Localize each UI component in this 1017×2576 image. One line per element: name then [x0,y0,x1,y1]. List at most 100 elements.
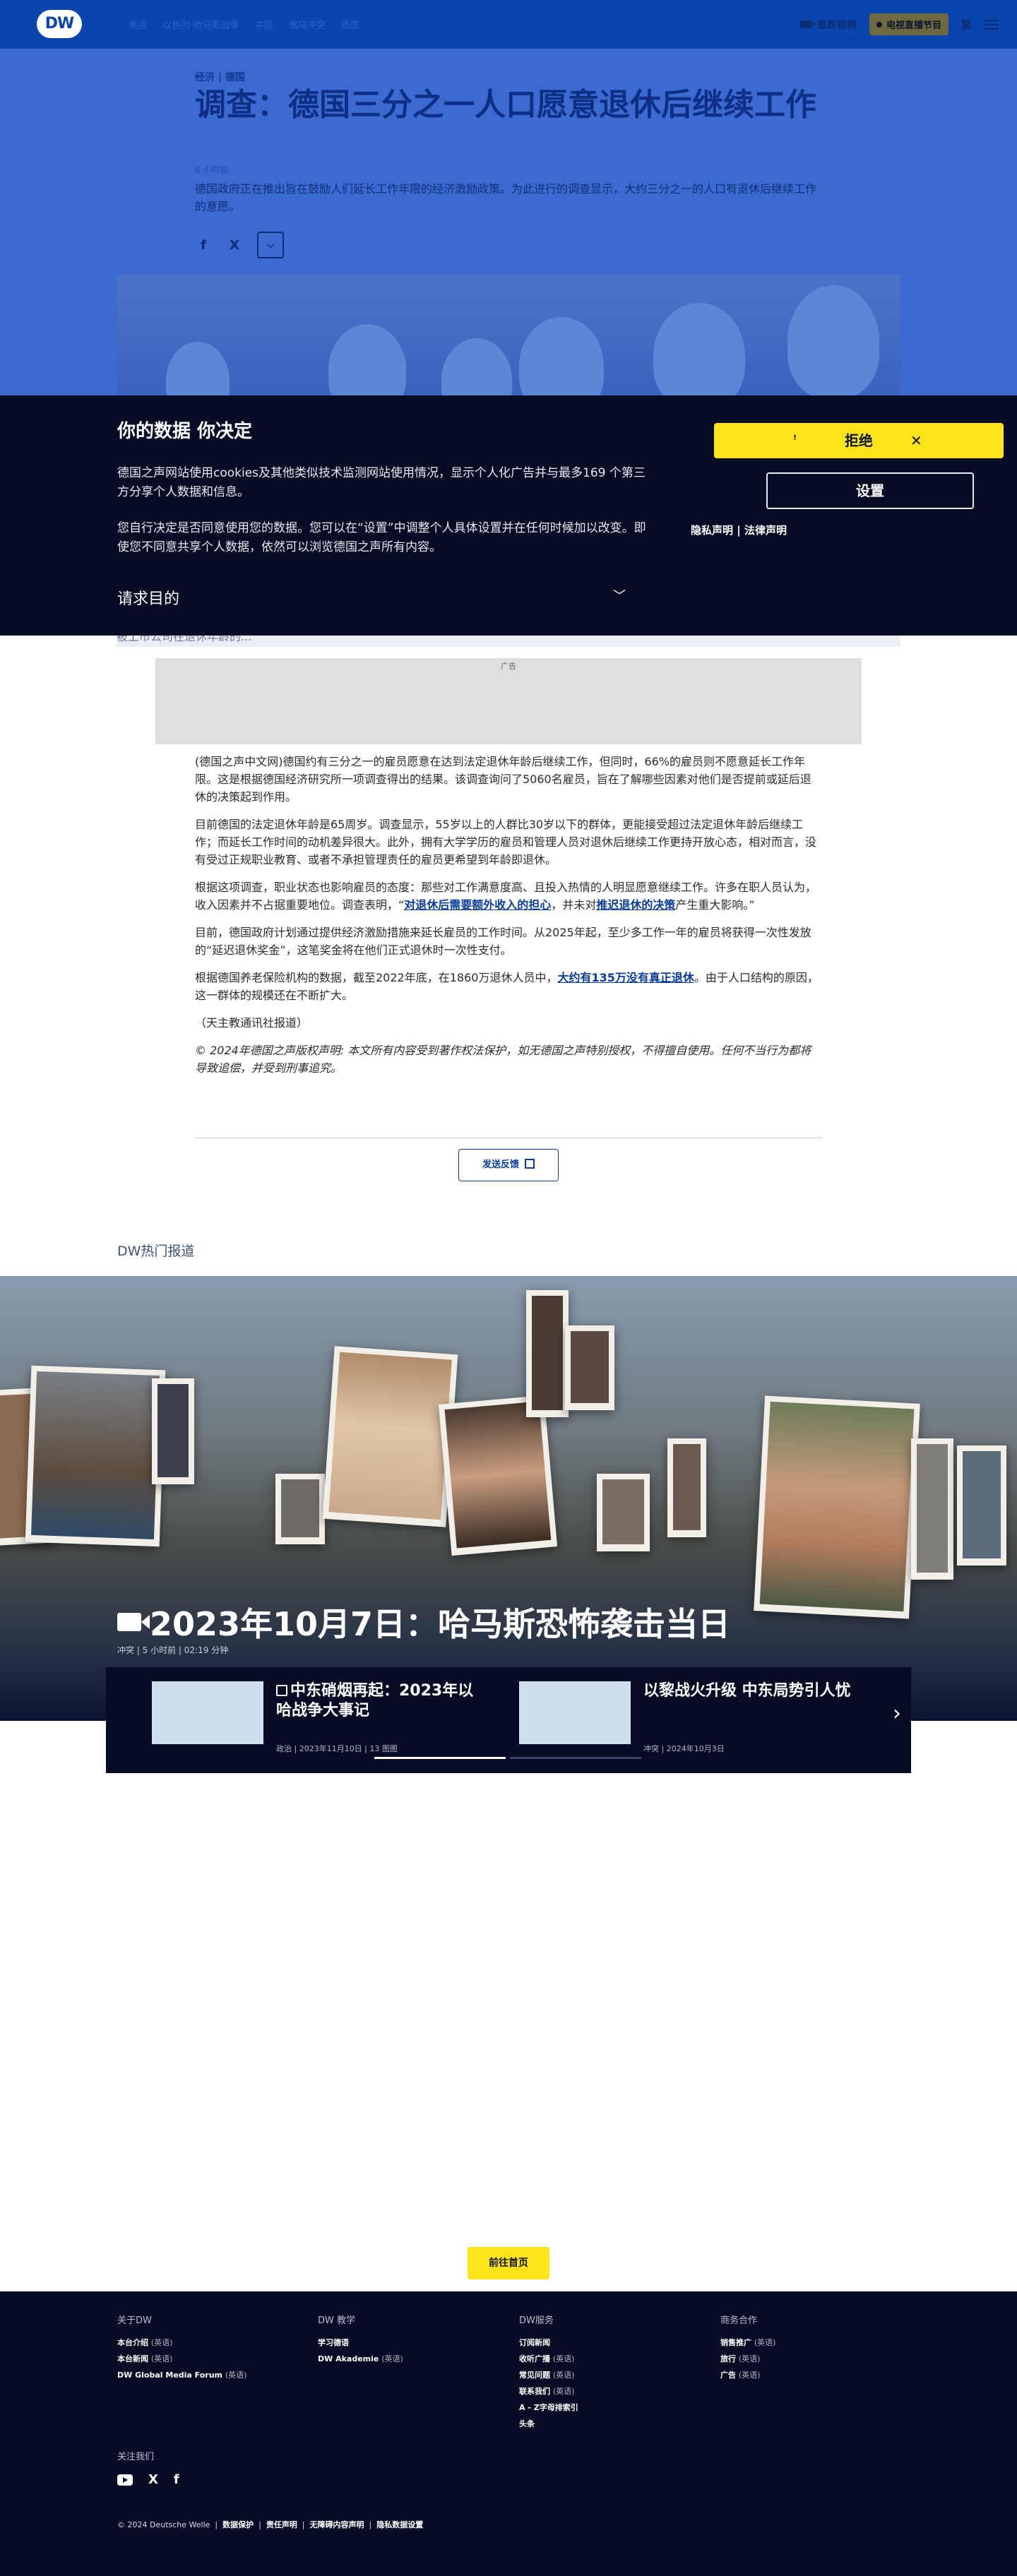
footer-link[interactable]: DW Global Media Forum (英语) [117,2367,308,2383]
paragraph: 根据德国养老保险机构的数据，截至2022年底，在1860万退休人员中，大约有13… [195,971,819,1002]
footer-link[interactable]: 收听广播 (英语) [519,2351,710,2367]
cookie-title: 你的数据 你决定 [117,421,253,442]
carousel-pagination [374,1757,641,1759]
x-icon[interactable]: X [226,238,243,253]
follow-us-label: 关注我们 [117,2452,155,2462]
cookie-purposes-toggle[interactable]: 请求目的 ﹀ [117,586,626,609]
footer-link[interactable]: 广告 (英语) [720,2367,911,2383]
footer-link[interactable]: 本台新闻 (英语) [117,2351,308,2367]
advertisement-slot: 广告 [155,658,862,744]
carousel-card[interactable]: 以黎战火升级 中东局势引人忧 冲突 | 2024年10月3日 [519,1681,865,1753]
dw-logo[interactable]: DW [37,10,82,38]
legal-notice-link[interactable]: 法律声明 [744,524,787,537]
share-bar: f X ⌵ [195,232,284,258]
x-icon[interactable]: X [148,2472,158,2487]
reject-label: 拒绝 [845,432,873,449]
go-home-button[interactable]: 前往首页 [468,2247,549,2279]
youtube-icon[interactable] [117,2474,133,2486]
main-nav: 焦点 以色列-哈马斯战争 中国 俄乌冲突 德国 [129,18,359,31]
feedback-label: 发送反馈 [482,1159,519,1170]
footer-link[interactable]: 常见问题 (英语) [519,2367,710,2383]
article-timestamp: 6 小时前 [195,165,229,175]
carousel-dot[interactable] [374,1757,506,1759]
memorial-photo [597,1474,650,1551]
memorial-photo [667,1438,706,1537]
top-navigation: DW 焦点 以色列-哈马斯战争 中国 俄乌冲突 德国 最新视频 电视直播节目 繁 [0,0,1017,49]
legal-link[interactable]: 隐私数据设置 [376,2520,423,2529]
inline-link[interactable]: 对退休后需要额外收入的担心 [404,898,551,912]
cookie-choice-text: 您自行决定是否同意使用您的数据。您可以在“设置”中调整个人具体设置并在任何时候加… [117,521,646,554]
send-feedback-button[interactable]: 发送反馈 [458,1149,559,1181]
facebook-icon[interactable]: f [174,2472,179,2487]
card-title: 中东硝烟再起：2023年以哈战争大事记 [276,1682,474,1719]
video-icon [117,1613,150,1631]
cookie-description: 德国之声网站使用cookies及其他类似技术监测网站使用情况，显示个人化广告并与… [117,466,646,499]
paragraph: 根据这项调查，职业状态也影响雇员的态度：那些对工作满意度高、且投入热情的人明显愿… [195,881,817,912]
facebook-icon[interactable]: f [195,238,212,253]
paragraph: 目前，德国政府计划通过提供经济激励措施来延长雇员的工作时间。从2025年起，至少… [195,926,811,957]
nav-right: 最新视频 电视直播节目 繁 [799,13,999,35]
article-teaser: 德国政府正在推出旨在鼓励人们延长工作年限的经济激励政策。为此进行的调查显示，大约… [195,182,817,213]
gallery-icon [276,1685,287,1696]
article-hero-image [117,275,900,395]
privacy-policy-link[interactable]: 隐私声明 [691,524,733,537]
card-title: 以黎战火升级 中东局势引人忧 [643,1682,851,1700]
legal-link[interactable]: 无障碍内容声明 [310,2520,364,2529]
paragraph: (德国之声中文网)德国约有三分之一的雇员愿意在达到法定退休年龄后继续工作，但同时… [195,755,811,804]
carousel-dot[interactable] [510,1757,641,1759]
chevron-down-icon: ﹀ [613,589,626,604]
nav-link-china[interactable]: 中国 [255,18,273,31]
nav-link-israel-hamas[interactable]: 以色列-哈马斯战争 [162,18,239,31]
hamburger-menu-icon[interactable] [985,19,999,30]
cookie-policy-links: 隐私声明 | 法律声明 [691,523,787,537]
nav-link-focus[interactable]: 焦点 [129,18,147,31]
footer-link[interactable]: 旅行 (英语) [720,2351,911,2367]
card-meta: 政治 | 2023年11月10日 | 13 图图 [276,1744,398,1753]
latest-videos-label: 最新视频 [816,19,857,31]
article-kicker[interactable]: 经济 | 德国 [195,70,245,84]
nav-link-ukraine[interactable]: 俄乌冲突 [289,18,326,31]
memorial-photo [275,1474,325,1544]
reject-button[interactable]: ꜝ 拒绝 ✕ [714,423,1004,458]
featured-story-title[interactable]: 2023年10月7日：哈马斯恐怖袭击当日 [117,1599,730,1645]
language-switch[interactable]: 繁 [961,17,972,32]
footer-col-services: DW服务 订阅新闻 收听广播 (英语) 常见问题 (英语) 联系我们 (英语) … [519,2313,710,2432]
footer-link[interactable]: 学习德语 [318,2334,509,2351]
footer-col-business: 商务合作 销售推广 (英语) 旅行 (英语) 广告 (英语) [720,2313,911,2383]
footer-link[interactable]: A - Z字母排索引 [519,2399,710,2416]
live-tv-button[interactable]: 电视直播节目 [869,13,948,35]
card-thumbnail [152,1681,263,1744]
carousel-next-icon[interactable]: › [893,1701,901,1726]
share-more-chevron-icon[interactable]: ⌵ [257,232,284,258]
article-title: 调查：德国三分之一人口愿意退休后继续工作 [195,87,816,123]
video-camera-icon [799,20,816,28]
purposes-label: 请求目的 [117,590,180,608]
memorial-photo [565,1325,614,1410]
latest-videos-link[interactable]: 最新视频 [799,18,857,32]
footer-col-title: DW 教学 [318,2315,355,2326]
footer-col-title: 关于DW [117,2315,152,2326]
close-icon: ✕ [910,432,922,449]
footer-link[interactable]: 订阅新闻 [519,2334,710,2351]
footer-link[interactable]: 头条 [519,2416,710,2432]
footer-link[interactable]: 本台介绍 (英语) [117,2334,308,2351]
cookie-settings-button[interactable]: 设置 [766,472,974,509]
legal-link[interactable]: 责任声明 [266,2520,297,2529]
card-meta: 冲突 | 2024年10月3日 [643,1744,725,1753]
live-dot-icon [876,21,882,28]
nav-link-germany[interactable]: 德国 [341,18,359,31]
card-thumbnail [519,1681,631,1744]
footer-link[interactable]: 销售推广 (英语) [720,2334,911,2351]
legal-link[interactable]: 数据保护 [222,2520,254,2529]
memorial-photo [957,1445,1006,1566]
footer-link[interactable]: DW Akademie (英语) [318,2351,509,2367]
social-links: X f [117,2472,179,2487]
inline-link[interactable]: 推迟退休的决策 [596,898,675,912]
memorial-photo [322,1346,458,1527]
inline-link[interactable]: 大约有135万没有真正退休 [557,971,694,984]
footer: 关于DW 本台介绍 (英语) 本台新闻 (英语) DW Global Media… [0,2291,1017,2576]
copyright-notice: © 2024年德国之声版权声明: 本文所有内容受到著作权法保护，如无德国之声特别… [195,1044,811,1075]
feedback-icon [525,1159,535,1169]
footer-link[interactable]: 联系我们 (英语) [519,2383,710,2399]
carousel-card[interactable]: 中东硝烟再起：2023年以哈战争大事记 政治 | 2023年11月10日 | 1… [152,1681,498,1753]
